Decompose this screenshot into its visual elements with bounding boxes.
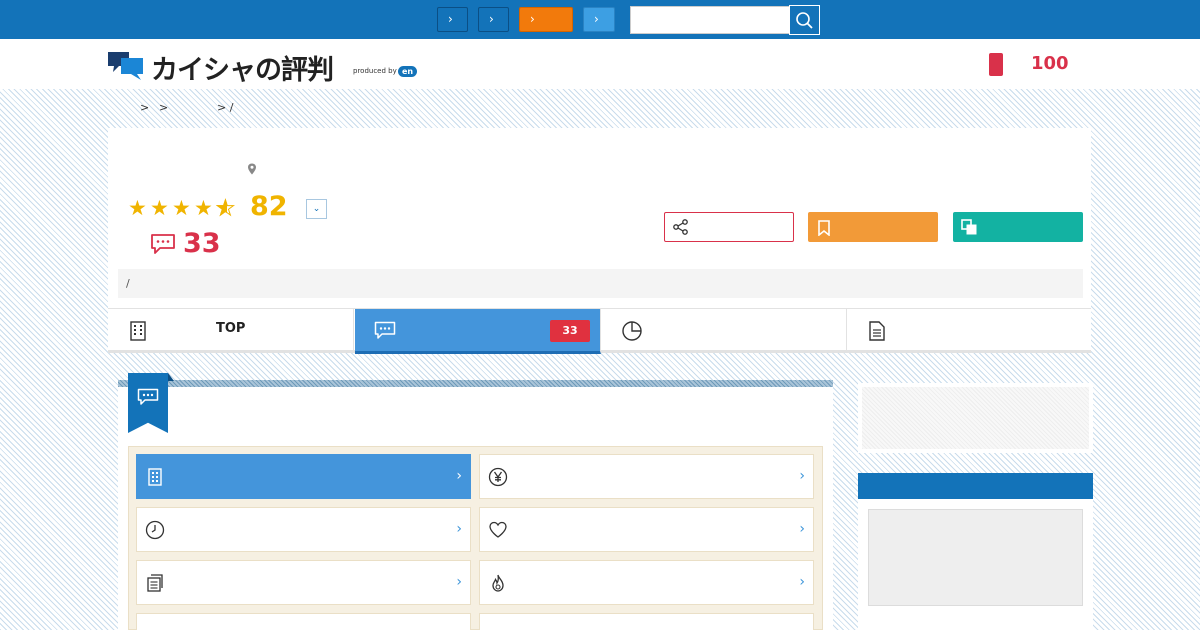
- share-icon: [673, 219, 688, 235]
- top-nav-button-4[interactable]: ›: [583, 7, 615, 32]
- clock-icon: [145, 520, 165, 540]
- compare-button[interactable]: [953, 212, 1083, 242]
- bookmark-icon: [818, 220, 830, 236]
- documents-icon: [147, 574, 163, 592]
- star-icon: ★: [216, 196, 238, 221]
- category-item-documents[interactable]: ›: [136, 560, 471, 605]
- chevron-right-icon: ›: [799, 574, 805, 590]
- tab-documents[interactable]: [847, 309, 1093, 351]
- breadcrumb-separator-2: >: [159, 101, 169, 114]
- star-icon: ★: [150, 196, 169, 220]
- site-logo[interactable]: カイシャの評判 produced by en: [107, 48, 427, 86]
- review-count[interactable]: 33: [183, 228, 221, 259]
- sidebar-content-box: [868, 509, 1083, 606]
- chevron-right-icon: ›: [799, 521, 805, 537]
- tab-stats[interactable]: [601, 309, 847, 351]
- chevron-right-icon: ›: [799, 468, 805, 484]
- category-item-row4-right[interactable]: [479, 613, 814, 630]
- logo-brand-badge: en: [398, 66, 417, 77]
- score-details-toggle[interactable]: ⌄: [306, 199, 327, 219]
- logo-produced-by: produced by: [353, 67, 397, 75]
- flame-icon: [492, 574, 504, 592]
- tab-top[interactable]: TOP: [108, 309, 354, 351]
- tab-top-label: TOP: [216, 321, 246, 336]
- logo-speech-icon: [108, 52, 143, 80]
- speech-bubble-icon[interactable]: [150, 233, 176, 255]
- tab-reviews-badge: 33: [550, 320, 590, 342]
- chevron-right-icon: ›: [456, 574, 462, 590]
- logo-text: カイシャの評判: [151, 55, 334, 86]
- top-nav-button-2[interactable]: ›: [478, 7, 509, 32]
- breadcrumb-separator-3: > /: [217, 101, 234, 114]
- document-icon: [869, 321, 885, 341]
- panel-divider: [118, 380, 833, 387]
- speech-bubble-icon: [374, 321, 396, 339]
- category-item-salary[interactable]: ›: [479, 454, 814, 499]
- category-item-motivation[interactable]: ›: [479, 560, 814, 605]
- breadcrumb-separator-1: >: [140, 101, 150, 114]
- star-icon: ★: [128, 196, 147, 220]
- building-icon: [148, 468, 162, 486]
- sidebar-heading: [858, 473, 1093, 499]
- header-count[interactable]: 100: [1031, 53, 1069, 74]
- top-nav-button-3[interactable]: ›: [519, 7, 573, 32]
- bookmark-icon[interactable]: [989, 53, 1003, 76]
- sidebar-ad-placeholder: [862, 387, 1089, 449]
- follow-button[interactable]: [808, 212, 938, 242]
- map-pin-icon: [248, 163, 256, 175]
- search-icon: [796, 12, 813, 29]
- star-icon: ★: [172, 196, 191, 220]
- share-button[interactable]: [664, 212, 794, 242]
- search-input[interactable]: [630, 6, 790, 34]
- speech-bubble-icon: [137, 388, 159, 405]
- heart-icon: [489, 521, 507, 538]
- tab-reviews[interactable]: 33: [355, 309, 601, 354]
- rating-stars: ★ ★ ★ ★ ★: [128, 196, 238, 221]
- yen-icon: [488, 467, 508, 487]
- category-item-welfare[interactable]: ›: [479, 507, 814, 552]
- compare-icon: [961, 219, 977, 235]
- chevron-right-icon: ›: [456, 521, 462, 537]
- search-button[interactable]: [789, 5, 820, 35]
- pie-chart-icon: [622, 321, 642, 341]
- category-item-row4-left[interactable]: [136, 613, 471, 630]
- building-icon: [130, 321, 146, 341]
- star-icon: ★: [194, 196, 213, 220]
- rating-score: 82: [250, 191, 288, 222]
- category-item-company[interactable]: ›: [136, 454, 471, 499]
- top-nav-button-1[interactable]: ›: [437, 7, 468, 32]
- company-info-bar: /: [118, 269, 1083, 298]
- chevron-right-icon: ›: [456, 468, 462, 484]
- category-item-hours[interactable]: ›: [136, 507, 471, 552]
